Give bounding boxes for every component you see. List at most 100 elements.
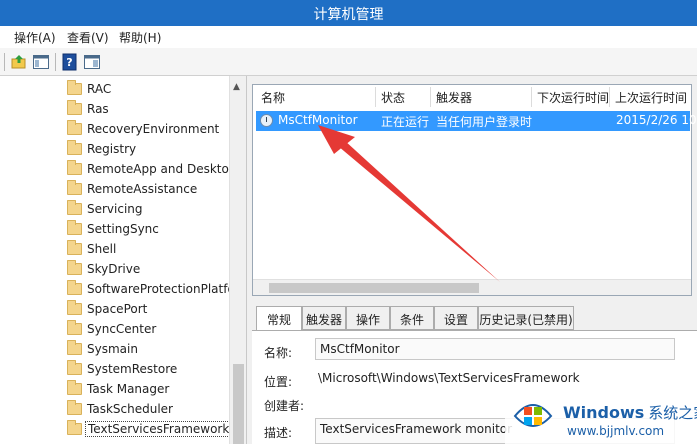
tree-item[interactable]: RAC [62,80,232,100]
tree-item[interactable]: RemoteApp and Desktop [62,160,232,180]
windows-logo-icon [513,404,553,427]
tree-item[interactable]: Servicing [62,200,232,220]
menu-view[interactable]: 查看(V) [67,29,109,46]
title-bar: 计算机管理 [0,0,697,26]
column-divider[interactable] [609,87,610,107]
column-header-status[interactable]: 状态 [381,89,405,106]
watermark-url: www.bjjmlv.com [567,424,665,438]
folder-icon [67,360,82,375]
up-folder-button[interactable] [9,52,29,72]
tree-item-label: SettingSync [87,222,159,236]
tree-item[interactable]: SyncCenter [62,320,232,340]
task-name: MsCtfMonitor [278,113,358,127]
tree-item[interactable]: SkyDrive [62,260,232,280]
tree-item-label: RAC [87,82,112,96]
folder-icon [67,260,82,275]
tree-item[interactable]: Ras [62,100,232,120]
column-divider[interactable] [430,87,431,107]
watermark-brand-en: Windows [563,403,645,422]
folder-icon [67,400,82,415]
tree-item-label: TaskScheduler [87,402,173,416]
name-label: 名称: [264,346,293,360]
description-label: 描述: [264,426,293,440]
tree-item-label: Servicing [87,202,143,216]
column-header-last-run[interactable]: 上次运行时间 [615,89,687,106]
location-label: 位置: [264,375,293,389]
task-list-hscrollbar[interactable] [253,279,691,295]
tree-item-label: RecoveryEnvironment [87,122,220,136]
folder-icon [67,100,82,115]
toolbar: ? [0,48,697,76]
tree-item-label: TextServicesFramework [85,421,232,437]
tree-item[interactable]: Shell [62,240,232,260]
author-label: 创建者: [264,399,305,413]
tree-item-label: SystemRestore [87,362,178,376]
tree-scrollbar[interactable]: ▲ [229,76,246,444]
tab-settings[interactable]: 设置 [434,306,478,330]
show-hide-action-pane-button[interactable] [82,52,102,72]
column-divider[interactable] [531,87,532,107]
tab-general[interactable]: 常规 [256,306,302,331]
tree-item-label: RemoteAssistance [87,182,198,196]
task-status: 正在运行 [381,115,430,129]
menu-action[interactable]: 操作(A) [14,29,56,46]
tree-item[interactable]: SystemRestore [62,360,232,380]
folder-icon [67,240,82,255]
task-list: 名称 状态 触发器 下次运行时间 上次运行时间 MsCtfMonitor 正在运… [252,84,697,296]
tab-actions[interactable]: 操作 [346,306,390,330]
folder-icon [67,140,82,155]
folder-icon [67,380,82,395]
console-tree-icon [33,55,49,69]
tree-item-label: Ras [87,102,109,116]
column-header-name[interactable]: 名称 [261,89,285,106]
tree-item[interactable]: SpacePort [62,300,232,320]
tab-history[interactable]: 历史记录(已禁用) [478,306,574,330]
tree-item-label: Task Manager [87,382,170,396]
folder-icon [67,180,82,195]
folder-icon [67,200,82,215]
watermark-brand: Windows系统之家 [563,402,697,423]
menu-help[interactable]: 帮助(H) [119,29,161,46]
folder-icon [67,300,82,315]
tree-item[interactable]: SoftwareProtectionPlatform [62,280,232,300]
tree-item[interactable]: TextServicesFramework [62,420,232,440]
tab-conditions[interactable]: 条件 [390,306,434,330]
up-folder-icon [11,55,26,69]
console-tree: RAC Ras RecoveryEnvironment Registry RemoteA… [0,76,247,444]
folder-icon [67,80,82,95]
menu-bar: 操作(A) 查看(V) 帮助(H) [0,26,697,48]
task-trigger: 当任何用户登录时 [436,115,533,129]
scroll-up-icon[interactable]: ▲ [233,82,240,92]
column-divider[interactable] [375,87,376,107]
help-icon: ? [62,53,77,71]
tree-item-label: SkyDrive [87,262,141,276]
tree-item[interactable]: RecoveryEnvironment [62,120,232,140]
action-pane-icon [84,55,100,69]
help-button[interactable]: ? [60,52,80,72]
name-field[interactable]: MsCtfMonitor [315,338,675,360]
folder-icon [67,420,82,435]
tab-triggers[interactable]: 触发器 [302,306,346,330]
show-hide-tree-button[interactable] [31,52,51,72]
tree-item-label: Shell [87,242,117,256]
column-header-next-run[interactable]: 下次运行时间 [537,89,609,106]
task-row[interactable]: MsCtfMonitor 正在运行 当任何用户登录时 2015/2/26 10 [256,111,697,131]
tree-item[interactable]: Task Manager [62,380,232,400]
folder-icon [67,120,82,135]
tree-item[interactable]: TaskScheduler [62,400,232,420]
column-header-trigger[interactable]: 触发器 [436,89,472,106]
tree-item[interactable]: RemoteAssistance [62,180,232,200]
tree-item-label: Sysmain [87,342,138,356]
tree-item[interactable]: SettingSync [62,220,232,240]
svg-text:?: ? [66,56,72,69]
task-clock-icon [260,114,273,127]
toolbar-separator [4,53,5,71]
window-title: 计算机管理 [313,7,384,23]
watermark-brand-cn: 系统之家 [648,404,697,422]
tree-item-label: SoftwareProtectionPlatform [87,282,232,296]
tree-item[interactable]: Registry [62,140,232,160]
task-list-hscrollbar-thumb[interactable] [269,283,479,293]
toolbar-separator [55,53,56,71]
tree-item[interactable]: Sysmain [62,340,232,360]
tree-scrollbar-thumb[interactable] [233,364,244,444]
